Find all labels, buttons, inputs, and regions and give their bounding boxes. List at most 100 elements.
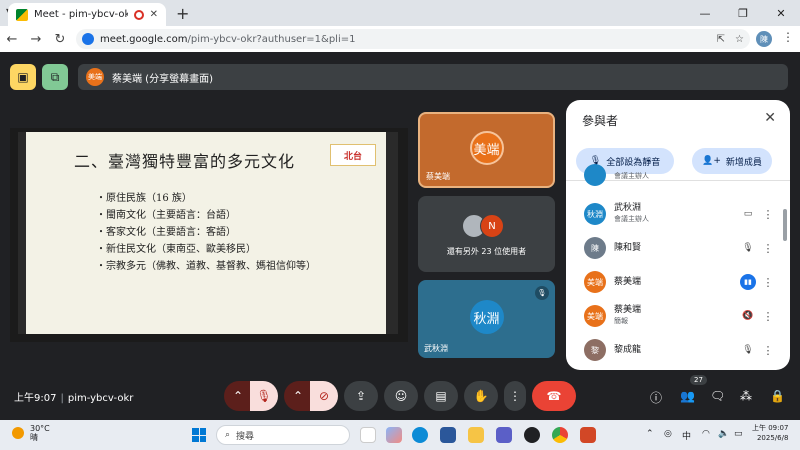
activities-icon[interactable]: ⁂ [740, 389, 752, 403]
tray-app-icon[interactable]: ◎ [664, 429, 672, 439]
chrome-icon[interactable] [552, 427, 568, 443]
shared-screen: 二、臺灣獨特豐富的多元文化 北台 ・原住民族（16 族） ・閩南文化（主要語言：… [10, 128, 408, 342]
close-icon[interactable]: ✕ [764, 110, 776, 126]
mic-off-icon[interactable]: 🔇 [738, 311, 758, 321]
store-icon[interactable] [496, 427, 512, 443]
slide-title: 二、臺灣獨特豐富的多元文化 [74, 152, 296, 171]
file-explorer-icon[interactable] [468, 427, 484, 443]
presenter-avatar: 美端 [86, 68, 104, 86]
more-options-icon[interactable]: ⋮ [758, 208, 778, 221]
url-text: meet.google.com/pim-ybcv-okr?authuser=1&… [100, 33, 356, 45]
participant-name: 武秋淵 [424, 344, 448, 353]
tab-title: Meet - pim-ybcv-okr [34, 9, 128, 20]
presenting-icon: ▭ [743, 209, 753, 219]
participant-avatar: 美端 [584, 305, 606, 327]
meeting-details-icon[interactable]: ⓘ [650, 389, 662, 406]
reactions-button[interactable]: ☺ [384, 381, 418, 411]
browser-tab-strip: ▾ Meet - pim-ybcv-okr ✕ + — ❐ ✕ [0, 0, 800, 26]
more-options-icon[interactable]: ⋮ [758, 276, 778, 289]
audio-options-chevron-icon[interactable]: ⌃ [224, 381, 252, 411]
participant-tile-host[interactable]: 🎙 秋淵 武秋淵 [418, 280, 555, 358]
more-options-button[interactable]: ⋮ [504, 381, 526, 411]
others-count-label: 還有另外 23 位使用者 [446, 247, 527, 256]
participant-list[interactable]: 會議主辦人 秋淵 武秋淵 會議主辦人 ▭ ⋮ 陳 陳和賢 🎙 ⋮ 美端 蔡美端 ▮… [566, 164, 790, 370]
url-field[interactable]: meet.google.com/pim-ybcv-okr?authuser=1&… [76, 29, 750, 49]
list-item[interactable]: 黎 黎成龍 🎙 ⋮ [566, 333, 782, 367]
tab-meet[interactable]: Meet - pim-ybcv-okr ✕ [8, 3, 166, 26]
others-avatar-stack: N [462, 214, 504, 238]
slide-logo: 北台 [330, 144, 376, 166]
more-options-icon[interactable]: ⋮ [758, 344, 778, 357]
raise-hand-button[interactable]: ✋ [464, 381, 498, 411]
reload-icon[interactable]: ↻ [48, 32, 72, 47]
more-options-icon[interactable]: ⋮ [758, 310, 778, 323]
participant-tile-presenter[interactable]: 美端 蔡美端 [418, 112, 555, 188]
volume-icon[interactable]: 🔈 [718, 429, 729, 439]
site-info-icon[interactable] [82, 33, 94, 45]
presenter-chip[interactable]: 美端 蔡美端 (分享螢幕畫面) [78, 64, 788, 90]
host-controls-icon[interactable]: 🔒 [770, 389, 785, 403]
participant-name: 蔡美端 [426, 172, 450, 181]
close-window-icon[interactable]: ✕ [762, 7, 800, 20]
people-count-badge: 27 [690, 375, 707, 385]
battery-icon[interactable]: ▭ [734, 429, 743, 439]
participant-avatar: 秋淵 [469, 300, 504, 334]
presenter-label: 蔡美端 (分享螢幕畫面) [112, 73, 213, 85]
list-item[interactable]: 陳 陳和賢 🎙 ⋮ [566, 231, 782, 265]
mic-off-icon[interactable]: 🎙 [738, 345, 758, 355]
panel-title: 參與者 [582, 114, 619, 128]
layout-switch-icon[interactable]: ⧉ [42, 64, 68, 90]
present-mode-icon[interactable]: ▣ [10, 64, 36, 90]
slide-bullet-list: ・原住民族（16 族） ・閩南文化（主要語言：台語） ・客家文化（主要語言：客語… [96, 190, 316, 275]
slide-bullet: ・原住民族（16 族） [96, 193, 192, 204]
task-view-icon[interactable] [360, 427, 376, 443]
wifi-icon[interactable]: ◠ [702, 429, 710, 439]
video-options-chevron-icon[interactable]: ⌃ [284, 381, 312, 411]
new-tab-button[interactable]: + [176, 4, 189, 23]
open-in-window-icon[interactable]: ⇱ [717, 34, 725, 45]
meeting-time: 上午9:07 [14, 393, 57, 404]
people-icon[interactable]: 👥 [680, 389, 695, 403]
participant-avatar: 秋淵 [584, 203, 606, 225]
taskbar-clock[interactable]: 上午 09:07 2025/6/8 [752, 423, 788, 443]
participant-tile-others[interactable]: N 還有另外 23 位使用者 [418, 196, 555, 272]
recording-indicator-icon [133, 9, 144, 20]
back-icon[interactable]: ← [0, 32, 24, 47]
tray-overflow-icon[interactable]: ⌃ [646, 429, 654, 439]
forward-icon[interactable]: → [24, 32, 48, 47]
start-button[interactable] [192, 428, 206, 442]
minimize-icon[interactable]: — [686, 7, 724, 20]
browser-menu-icon[interactable]: ⋮ [782, 30, 794, 44]
weather-widget[interactable]: 30°C 晴 [12, 424, 50, 442]
edge-icon[interactable] [412, 427, 428, 443]
ime-indicator[interactable]: 中 [682, 429, 691, 442]
more-options-icon[interactable]: ⋮ [758, 242, 778, 255]
participant-avatar: 黎 [584, 339, 606, 361]
mic-off-icon[interactable]: 🎙 [738, 243, 758, 253]
chat-icon[interactable]: 🗨 [710, 389, 725, 403]
slide-bullet: ・客家文化（主要語言：客語） [96, 227, 236, 238]
bookmark-star-icon[interactable]: ☆ [735, 34, 744, 45]
speaking-icon: ▮▮ [740, 274, 756, 290]
panel-scrollbar[interactable] [783, 209, 787, 241]
list-item[interactable]: 秋淵 武秋淵 會議主辦人 ▭ ⋮ [566, 197, 782, 231]
list-item[interactable]: 美端 蔡美端 ▮▮ ⋮ [566, 265, 782, 299]
presentation-slide: 二、臺灣獨特豐富的多元文化 北台 ・原住民族（16 族） ・閩南文化（主要語言：… [18, 132, 398, 334]
list-item[interactable]: 會議主辦人 [566, 161, 782, 189]
captions-button[interactable]: ▤ [424, 381, 458, 411]
media-player-icon[interactable] [524, 427, 540, 443]
leave-call-button[interactable]: ☎ [532, 381, 576, 411]
mic-off-icon: 🎙 [535, 286, 549, 300]
copilot-icon[interactable] [386, 427, 402, 443]
taskbar-search-input[interactable]: ⌕ 搜尋 [216, 425, 350, 445]
profile-avatar[interactable]: 陳 [756, 31, 772, 47]
tab-close-icon[interactable]: ✕ [150, 9, 158, 20]
people-panel: 參與者 ✕ 🎙 全部設為靜音 👤+ 新增成員 會議主辦人 秋淵 武秋淵 會議主辦人… [566, 100, 790, 370]
slide-bullet: ・宗教多元（佛教、道教、基督教、媽祖信仰等） [96, 261, 316, 272]
sun-icon [12, 427, 24, 439]
app-icon[interactable] [440, 427, 456, 443]
list-item[interactable]: 美端 蔡美端 簡報 🔇 ⋮ [566, 299, 782, 333]
present-screen-button[interactable]: ⇪ [344, 381, 378, 411]
powerpoint-icon[interactable] [580, 427, 596, 443]
maximize-icon[interactable]: ❐ [724, 7, 762, 20]
